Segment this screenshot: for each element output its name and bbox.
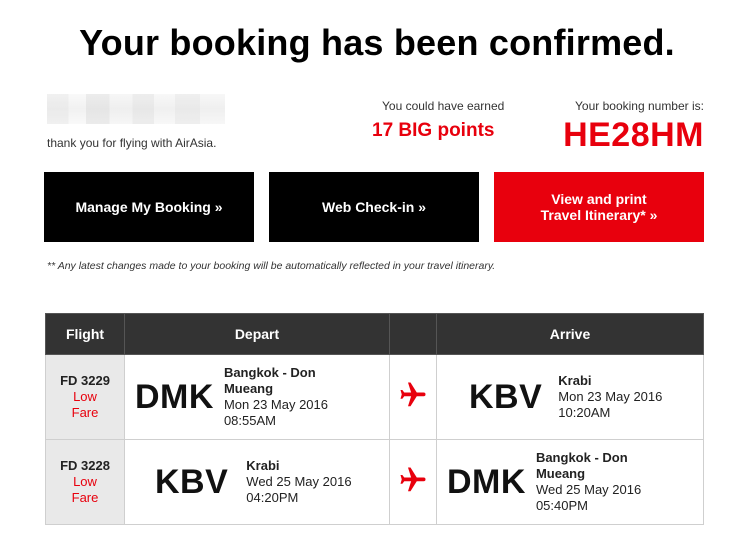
- arrive-time: 10:20AM: [558, 405, 611, 420]
- header-arrive: Arrive: [436, 313, 704, 355]
- arrive-city-line1: Bangkok - Don: [535, 450, 628, 465]
- arrive-city-line2: Mueang: [535, 466, 586, 481]
- fare-type-line1: Low: [73, 474, 97, 489]
- itinerary-label-line1: View and print: [551, 191, 647, 207]
- depart-airport-code: DMK: [135, 377, 214, 416]
- table-row: FD 3229 Low Fare DMK Bangkok - Don Muean…: [45, 354, 704, 440]
- manage-booking-button[interactable]: Manage My Booking »: [44, 172, 254, 242]
- depart-airport-code: KBV: [155, 462, 229, 501]
- header-depart: Depart: [124, 313, 390, 355]
- arrive-airport-code: KBV: [469, 377, 543, 416]
- plane-cell: [389, 439, 437, 525]
- itinerary-note: ** Any latest changes made to your booki…: [47, 260, 496, 272]
- web-checkin-button[interactable]: Web Check-in »: [269, 172, 479, 242]
- points-value: 17 BIG points: [372, 120, 495, 141]
- depart-cell: KBV Krabi Wed 25 May 2016 04:20PM: [124, 439, 390, 525]
- arrive-date: Mon 23 May 2016: [558, 389, 663, 404]
- flight-cell: FD 3229 Low Fare: [45, 354, 125, 440]
- table-row: FD 3228 Low Fare KBV Krabi Wed 25 May 20…: [45, 439, 704, 525]
- web-checkin-label: Web Check-in »: [322, 199, 426, 215]
- points-label: You could have earned: [382, 99, 505, 113]
- view-itinerary-label: View and print Travel Itinerary* »: [541, 191, 658, 223]
- depart-city-line1: Krabi: [246, 458, 280, 473]
- table-header-row: Flight Depart Arrive: [45, 313, 704, 355]
- depart-time: 08:55AM: [223, 413, 276, 428]
- airplane-icon: [400, 382, 426, 406]
- manage-booking-label: Manage My Booking »: [75, 199, 223, 215]
- arrive-cell: KBV Krabi Mon 23 May 2016 10:20AM: [436, 354, 704, 440]
- itinerary-label-line2: Travel Itinerary* »: [540, 207, 658, 223]
- depart-cell: DMK Bangkok - Don Mueang Mon 23 May 2016…: [124, 354, 390, 440]
- depart-date: Wed 25 May 2016: [246, 474, 352, 489]
- airplane-icon: [400, 467, 426, 491]
- arrive-airport-code: DMK: [447, 462, 526, 501]
- arrive-time: 05:40PM: [535, 498, 588, 513]
- thank-you-text: thank you for flying with AirAsia.: [47, 136, 217, 150]
- fare-type-line2: Fare: [71, 405, 99, 420]
- header-spacer: [389, 313, 437, 355]
- depart-date: Mon 23 May 2016: [223, 397, 329, 412]
- arrive-date: Wed 25 May 2016: [535, 482, 642, 497]
- flight-number: FD 3228: [60, 458, 110, 473]
- fare-type-line2: Fare: [71, 490, 99, 505]
- flight-table: Flight Depart Arrive FD 3229 Low Fare DM…: [45, 313, 704, 525]
- arrive-cell: DMK Bangkok - Don Mueang Wed 25 May 2016…: [436, 439, 704, 525]
- passenger-name-redacted: [47, 94, 225, 124]
- page-title: Your booking has been confirmed.: [79, 22, 675, 63]
- flight-cell: FD 3228 Low Fare: [45, 439, 125, 525]
- booking-number-label: Your booking number is:: [575, 99, 704, 113]
- arrive-city-line1: Krabi: [558, 373, 592, 388]
- fare-type-line1: Low: [73, 389, 97, 404]
- view-itinerary-button[interactable]: View and print Travel Itinerary* »: [494, 172, 704, 242]
- depart-time: 04:20PM: [246, 490, 299, 505]
- plane-cell: [389, 354, 437, 440]
- flight-number: FD 3229: [60, 373, 110, 388]
- depart-city-line1: Bangkok - Don: [223, 365, 316, 380]
- booking-number: HE28HM: [563, 116, 704, 154]
- header-flight: Flight: [45, 313, 125, 355]
- depart-city-line2: Mueang: [223, 381, 274, 396]
